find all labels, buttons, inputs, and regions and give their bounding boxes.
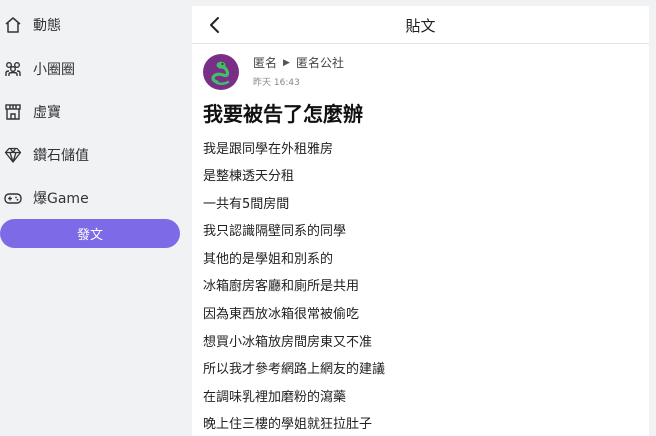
sidebar-item-label: 動態 — [33, 18, 61, 34]
post-title: 我要被告了怎麼辦 — [203, 102, 363, 126]
post-timestamp: 昨天 16:43 — [253, 78, 300, 88]
post-body-line: 晚上住三樓的學姐就狂拉肚子 — [203, 417, 373, 432]
author-name: 匿名 — [253, 56, 278, 70]
home-icon — [3, 15, 23, 35]
post-header: 貼文 — [192, 6, 649, 44]
sidebar-item-game[interactable]: 爆Game — [0, 184, 185, 212]
post-body-line: 冰箱廚房客廳和廁所是共用 — [203, 279, 360, 294]
post-panel: 貼文 匿名 ▶ 匿名公社 昨天 16:43 我要被告了怎麼辦 我是跟同學在外租雅… — [192, 6, 649, 436]
post-body-line: 所以我才參考網路上網友的建議 — [203, 362, 386, 377]
post-author: 匿名 ▶ 匿名公社 昨天 16:43 — [203, 54, 603, 90]
sidebar-item-label: 鑽石儲值 — [33, 148, 89, 164]
post-body-line: 想買小冰箱放房間房東又不准 — [203, 335, 373, 350]
caret-right-icon: ▶ — [283, 57, 290, 68]
post-body-line: 我是跟同學在外租雅房 — [203, 142, 334, 157]
post-body-line: 是整棟透天分租 — [203, 169, 295, 184]
board-link[interactable]: 匿名公社 — [296, 54, 344, 71]
post-body-line: 在調味乳裡加磨粉的瀉藥 — [203, 390, 347, 405]
group-icon — [3, 59, 23, 79]
post-body-line: 其他的是學姐和別系的 — [203, 252, 334, 267]
page-title: 貼文 — [405, 17, 436, 35]
author-line: 匿名 ▶ 匿名公社 — [253, 54, 344, 71]
new-post-button[interactable]: 發文 — [0, 219, 180, 248]
post-body-line: 我只認識隔壁同系的同學 — [203, 224, 347, 239]
sidebar-item-shop[interactable]: 虛寶 — [0, 98, 185, 126]
post-body-line: 因為東西放冰箱很常被偷吃 — [203, 307, 360, 322]
post-body-line: 一共有5間房間 — [203, 197, 290, 212]
sidebar-item-label: 小圈圈 — [33, 62, 75, 78]
snake-avatar-icon[interactable] — [203, 54, 239, 90]
diamond-icon — [3, 145, 23, 165]
sidebar-item-diamond[interactable]: 鑽石儲值 — [0, 141, 185, 169]
sidebar-item-circles[interactable]: 小圈圈 — [0, 55, 185, 83]
sidebar-item-feed[interactable]: 動態 — [0, 11, 185, 39]
shop-icon — [3, 102, 23, 122]
sidebar: 動態 小圈圈 虛寶 鑽石儲值 爆Game 發文 — [0, 0, 192, 436]
gamepad-icon — [3, 188, 23, 208]
sidebar-item-label: 虛寶 — [33, 105, 61, 121]
sidebar-item-label: 爆Game — [33, 191, 89, 207]
